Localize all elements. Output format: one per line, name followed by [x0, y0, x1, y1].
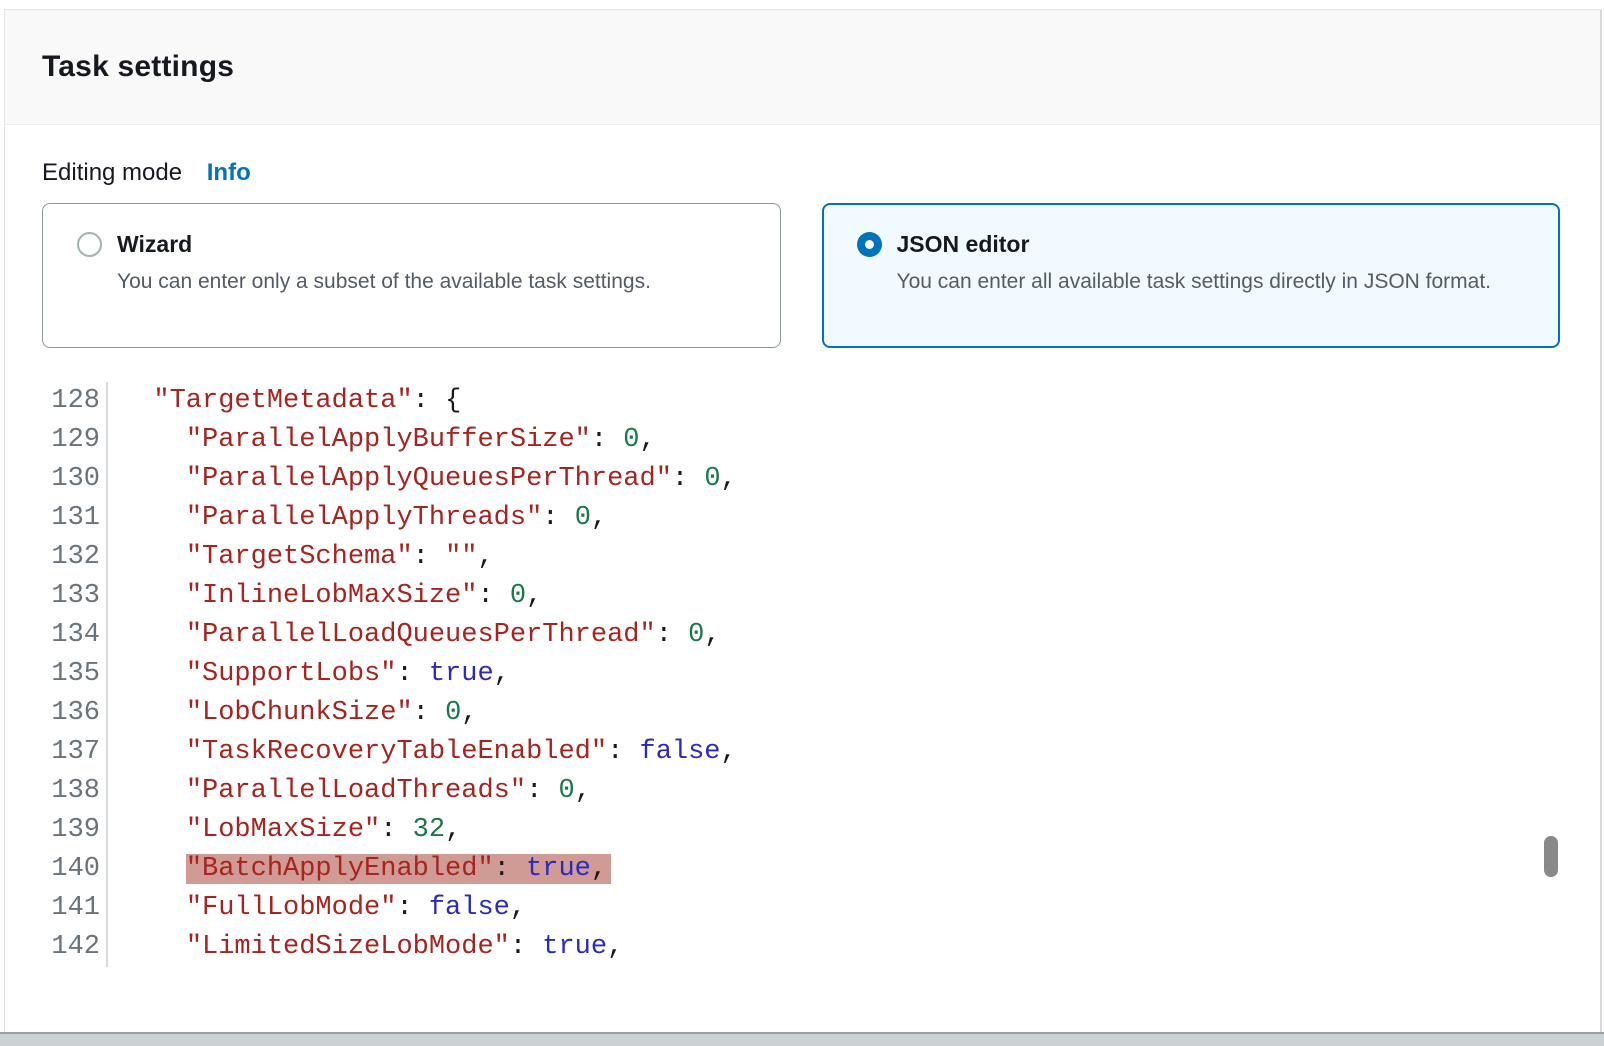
- json-code-editor[interactable]: 128 "TargetMetadata": {129 "ParallelAppl…: [43, 382, 1560, 967]
- line-number: 132: [43, 538, 108, 577]
- line-number: 138: [43, 772, 108, 811]
- code-line[interactable]: 140 "BatchApplyEnabled": true,: [43, 850, 1560, 889]
- editing-mode-label: Editing mode: [42, 159, 182, 186]
- line-number: 135: [43, 655, 108, 694]
- task-settings-panel: Task settings Editing mode Info Wizard Y…: [4, 9, 1602, 1034]
- code-text: "ParallelApplyQueuesPerThread": 0,: [121, 460, 737, 499]
- code-text: "LobMaxSize": 32,: [121, 811, 461, 850]
- line-number: 134: [43, 616, 108, 655]
- code-line[interactable]: 138 "ParallelLoadThreads": 0,: [43, 772, 1560, 811]
- code-line[interactable]: 129 "ParallelApplyBufferSize": 0,: [43, 421, 1560, 460]
- line-number: 139: [43, 811, 108, 850]
- line-number: 128: [43, 382, 108, 421]
- option-title: Wizard: [117, 229, 651, 260]
- line-number: 140: [43, 850, 108, 889]
- line-number: 133: [43, 577, 108, 616]
- panel-bottom-edge: [0, 1032, 1604, 1046]
- code-line[interactable]: 142 "LimitedSizeLobMode": true,: [43, 928, 1560, 967]
- line-number: 141: [43, 889, 108, 928]
- code-text: "TargetSchema": "",: [121, 538, 494, 577]
- option-description: You can enter all available task setting…: [897, 266, 1492, 297]
- radio-wizard[interactable]: [77, 232, 102, 257]
- option-tile-json-editor[interactable]: JSON editor You can enter all available …: [822, 203, 1561, 348]
- page-title: Task settings: [42, 50, 234, 84]
- line-number: 131: [43, 499, 108, 538]
- line-number: 137: [43, 733, 108, 772]
- code-text: "LobChunkSize": 0,: [121, 694, 477, 733]
- code-text: "ParallelApplyBufferSize": 0,: [121, 421, 656, 460]
- highlighted-code: "BatchApplyEnabled": true,: [186, 854, 607, 884]
- code-line[interactable]: 136 "LobChunkSize": 0,: [43, 694, 1560, 733]
- info-link[interactable]: Info: [207, 159, 251, 186]
- code-line[interactable]: 131 "ParallelApplyThreads": 0,: [43, 499, 1560, 538]
- code-text: "TaskRecoveryTableEnabled": false,: [121, 733, 737, 772]
- code-text: "ParallelLoadThreads": 0,: [121, 772, 591, 811]
- option-title: JSON editor: [897, 229, 1492, 260]
- editing-mode-row: Editing mode Info: [42, 157, 1560, 189]
- panel-body: Editing mode Info Wizard You can enter o…: [5, 125, 1600, 967]
- code-line[interactable]: 133 "InlineLobMaxSize": 0,: [43, 577, 1560, 616]
- code-text: "TargetMetadata": {: [121, 382, 461, 421]
- code-text: "LimitedSizeLobMode": true,: [121, 928, 623, 967]
- radio-json-editor[interactable]: [857, 232, 882, 257]
- line-number: 142: [43, 928, 108, 967]
- panel-header: Task settings: [5, 10, 1600, 125]
- code-text: "ParallelApplyThreads": 0,: [121, 499, 607, 538]
- option-description: You can enter only a subset of the avail…: [117, 266, 651, 297]
- scrollbar-thumb[interactable]: [1544, 836, 1558, 877]
- code-text: "InlineLobMaxSize": 0,: [121, 577, 542, 616]
- code-line[interactable]: 141 "FullLobMode": false,: [43, 889, 1560, 928]
- line-number: 129: [43, 421, 108, 460]
- editing-mode-options: Wizard You can enter only a subset of th…: [42, 203, 1560, 348]
- code-line[interactable]: 139 "LobMaxSize": 32,: [43, 811, 1560, 850]
- code-line[interactable]: 134 "ParallelLoadQueuesPerThread": 0,: [43, 616, 1560, 655]
- code-line[interactable]: 137 "TaskRecoveryTableEnabled": false,: [43, 733, 1560, 772]
- code-line[interactable]: 132 "TargetSchema": "",: [43, 538, 1560, 577]
- line-number: 130: [43, 460, 108, 499]
- option-tile-wizard[interactable]: Wizard You can enter only a subset of th…: [42, 203, 781, 348]
- code-text: "SupportLobs": true,: [121, 655, 510, 694]
- code-text: "BatchApplyEnabled": true,: [121, 850, 607, 889]
- code-text: "ParallelLoadQueuesPerThread": 0,: [121, 616, 721, 655]
- code-line[interactable]: 128 "TargetMetadata": {: [43, 382, 1560, 421]
- code-text: "FullLobMode": false,: [121, 889, 526, 928]
- code-line[interactable]: 130 "ParallelApplyQueuesPerThread": 0,: [43, 460, 1560, 499]
- line-number: 136: [43, 694, 108, 733]
- code-line[interactable]: 135 "SupportLobs": true,: [43, 655, 1560, 694]
